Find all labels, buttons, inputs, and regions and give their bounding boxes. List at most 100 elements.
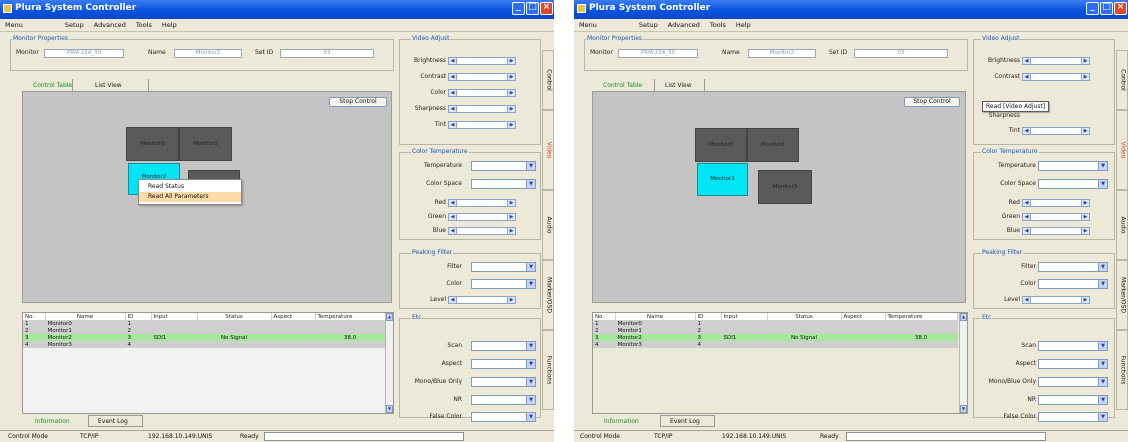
red-slider[interactable]: ◀ ▶: [1022, 199, 1090, 207]
context-item-read-all[interactable]: Read All Parameters: [139, 192, 241, 202]
slider-track[interactable]: [457, 121, 507, 129]
name-field[interactable]: Monitor2: [748, 49, 816, 58]
monitor-tile-0[interactable]: Monitor0: [126, 127, 179, 161]
tab-list-view[interactable]: List View: [665, 82, 692, 89]
brightness-slider[interactable]: ◀ ▶: [1022, 57, 1090, 65]
side-tab-audio[interactable]: Audio: [1116, 190, 1128, 260]
scan-select[interactable]: ▼: [1038, 341, 1108, 351]
header-aspect[interactable]: Aspect: [271, 313, 316, 320]
chevron-down-icon[interactable]: ▼: [1098, 413, 1107, 421]
table-row[interactable]: 1 Monitor0 1: [23, 320, 386, 327]
slider-track[interactable]: [1031, 127, 1081, 135]
side-tab-video[interactable]: Video: [542, 110, 554, 190]
arrow-left-icon[interactable]: ◀: [448, 89, 457, 97]
header-temperature[interactable]: Temperature: [315, 313, 386, 320]
arrow-right-icon[interactable]: ▶: [507, 199, 516, 207]
scroll-down-icon[interactable]: ▼: [960, 405, 967, 413]
arrow-left-icon[interactable]: ◀: [448, 227, 457, 235]
slider-track[interactable]: [1031, 57, 1081, 65]
arrow-right-icon[interactable]: ▶: [1081, 127, 1090, 135]
arrow-left-icon[interactable]: ◀: [448, 105, 457, 113]
sharpness-slider[interactable]: ◀ ▶: [448, 105, 516, 113]
false-color-select[interactable]: ▼: [471, 412, 536, 422]
monitor-tile-1[interactable]: Monitor1: [747, 128, 799, 162]
table-row[interactable]: 1 Monitor0 1: [593, 320, 958, 327]
table-row-selected[interactable]: 3 Monitor2 3 SDI1 No Signal 38.0: [23, 334, 386, 341]
filter-select[interactable]: ▼: [1038, 262, 1108, 272]
arrow-right-icon[interactable]: ▶: [507, 213, 516, 221]
green-slider[interactable]: ◀ ▶: [1022, 213, 1090, 221]
arrow-right-icon[interactable]: ▶: [507, 296, 516, 304]
table-row-selected[interactable]: 3 Monitor2 3 SDI1 No Signal 38.0: [593, 334, 958, 341]
context-item-read-status[interactable]: Read Status: [139, 182, 241, 192]
arrow-left-icon[interactable]: ◀: [1022, 227, 1031, 235]
slider-track[interactable]: [457, 73, 507, 81]
color-slider[interactable]: ◀ ▶: [448, 89, 516, 97]
header-aspect[interactable]: Aspect: [841, 313, 886, 320]
menu-advanced[interactable]: Advanced: [663, 19, 705, 31]
slider-track[interactable]: [1031, 227, 1081, 235]
table-scrollbar[interactable]: ▲ ▼: [385, 313, 393, 413]
maximize-button[interactable]: □: [1100, 2, 1113, 15]
chevron-down-icon[interactable]: ▼: [526, 378, 535, 386]
chevron-down-icon[interactable]: ▼: [1098, 280, 1107, 288]
slider-track[interactable]: [1031, 199, 1081, 207]
slider-track[interactable]: [457, 105, 507, 113]
green-slider[interactable]: ◀ ▶: [448, 213, 516, 221]
table-row[interactable]: 4 Monitor3 4: [23, 341, 386, 348]
chevron-down-icon[interactable]: ▼: [526, 342, 535, 350]
setid-field[interactable]: 03: [280, 49, 374, 58]
slider-track[interactable]: [457, 89, 507, 97]
table-row[interactable]: 2 Monitor1 2: [23, 327, 386, 334]
slider-track[interactable]: [1031, 213, 1081, 221]
contrast-slider[interactable]: ◀ ▶: [1022, 73, 1090, 81]
side-tab-marker-osd[interactable]: Marker/OSD: [1116, 260, 1128, 330]
arrow-right-icon[interactable]: ▶: [507, 105, 516, 113]
minimize-button[interactable]: _: [512, 2, 525, 15]
header-status[interactable]: Status: [767, 313, 842, 320]
color-space-select[interactable]: ▼: [1038, 179, 1108, 189]
arrow-right-icon[interactable]: ▶: [507, 89, 516, 97]
tab-information[interactable]: Information: [604, 418, 639, 425]
menu-tools[interactable]: Tools: [131, 19, 157, 31]
chevron-down-icon[interactable]: ▼: [526, 360, 535, 368]
scroll-down-icon[interactable]: ▼: [386, 405, 393, 413]
scan-select[interactable]: ▼: [471, 341, 536, 351]
tab-list-view[interactable]: List View: [95, 82, 122, 89]
arrow-left-icon[interactable]: ◀: [1022, 57, 1031, 65]
monitor-tile-0[interactable]: Monitor0: [695, 128, 747, 162]
color-space-select[interactable]: ▼: [471, 179, 536, 189]
brightness-slider[interactable]: ◀ ▶: [448, 57, 516, 65]
arrow-right-icon[interactable]: ▶: [1081, 57, 1090, 65]
scroll-up-icon[interactable]: ▲: [960, 313, 967, 321]
slider-track[interactable]: [457, 199, 507, 207]
contrast-slider[interactable]: ◀ ▶: [448, 73, 516, 81]
arrow-left-icon[interactable]: ◀: [448, 213, 457, 221]
header-status[interactable]: Status: [197, 313, 272, 320]
chevron-down-icon[interactable]: ▼: [1098, 162, 1107, 170]
slider-track[interactable]: [457, 57, 507, 65]
side-tab-control[interactable]: Control: [1116, 50, 1128, 110]
chevron-down-icon[interactable]: ▼: [526, 180, 535, 188]
chevron-down-icon[interactable]: ▼: [1098, 342, 1107, 350]
maximize-button[interactable]: □: [526, 2, 539, 15]
monitor-field[interactable]: PRM-224_30: [618, 49, 698, 58]
table-scrollbar[interactable]: ▲ ▼: [959, 313, 967, 413]
monitor-tile-2[interactable]: Monitor2: [697, 163, 748, 196]
chevron-down-icon[interactable]: ▼: [526, 280, 535, 288]
stop-control-button[interactable]: Stop Control: [904, 97, 960, 107]
menu-setup[interactable]: Setup: [60, 19, 89, 31]
setid-field[interactable]: 03: [854, 49, 948, 58]
slider-track[interactable]: [1031, 296, 1081, 304]
chevron-down-icon[interactable]: ▼: [526, 396, 535, 404]
aspect-select[interactable]: ▼: [471, 359, 536, 369]
close-button[interactable]: ×: [1114, 2, 1127, 15]
filter-select[interactable]: ▼: [471, 262, 536, 272]
arrow-left-icon[interactable]: ◀: [1022, 199, 1031, 207]
chevron-down-icon[interactable]: ▼: [526, 263, 535, 271]
peaking-color-select[interactable]: ▼: [471, 279, 536, 289]
arrow-right-icon[interactable]: ▶: [1081, 227, 1090, 235]
arrow-right-icon[interactable]: ▶: [1081, 199, 1090, 207]
arrow-left-icon[interactable]: ◀: [1022, 73, 1031, 81]
chevron-down-icon[interactable]: ▼: [1098, 378, 1107, 386]
